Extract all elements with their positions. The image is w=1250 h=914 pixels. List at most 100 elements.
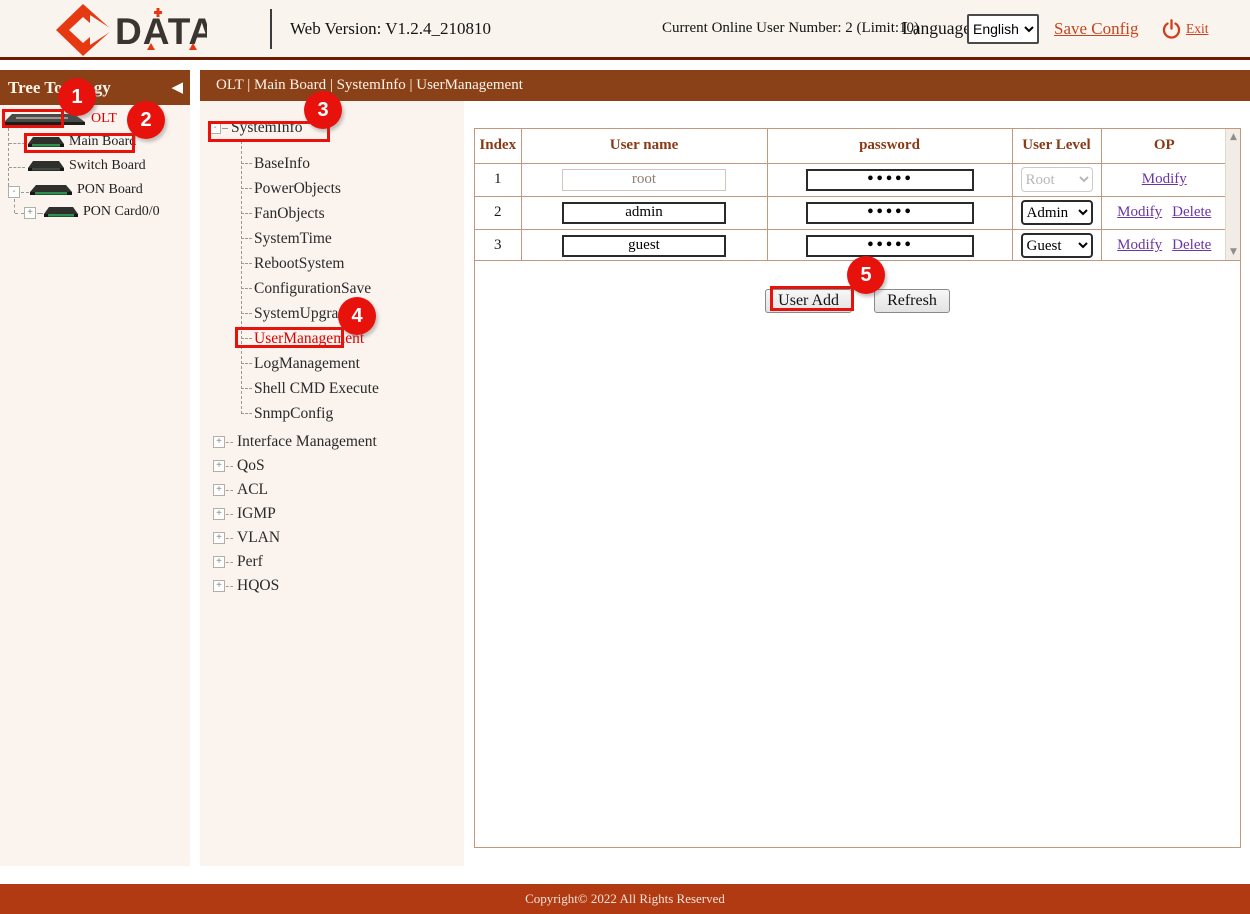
refresh-button[interactable]: Refresh: [874, 289, 950, 313]
menu-item-shell-cmd-execute[interactable]: Shell CMD Execute: [241, 376, 464, 401]
power-icon[interactable]: [1161, 18, 1182, 41]
modify-link[interactable]: Modify: [1142, 171, 1187, 187]
menu-item-powerobjects[interactable]: PowerObjects: [241, 176, 464, 201]
table-scrollbar[interactable]: ▲ ▼: [1225, 129, 1240, 260]
column-header-username: User name: [521, 129, 767, 163]
user-level-select: Root: [1021, 167, 1093, 192]
collapse-node-icon[interactable]: -: [8, 186, 20, 198]
menu-item-logmanagement[interactable]: LogManagement: [241, 351, 464, 376]
scroll-down-icon[interactable]: ▼: [1226, 247, 1240, 257]
menu-item-label: UserManagement: [253, 330, 364, 348]
tree-node-olt[interactable]: OLT: [2, 111, 117, 127]
menu-group-label: Interface Management: [237, 433, 377, 451]
exit-link[interactable]: Exit: [1186, 0, 1209, 57]
board-device-icon: [26, 159, 66, 174]
menu-item-systemtime[interactable]: SystemTime: [241, 226, 464, 251]
menu-group-igmp[interactable]: +IGMP: [200, 502, 464, 526]
user-row-guest: 3 Guest Modify Delete: [475, 229, 1227, 261]
username-input: [562, 169, 726, 191]
password-input[interactable]: [806, 202, 974, 224]
menu-item-label: SystemTime: [253, 230, 332, 248]
user-table: Index User name password User Level OP 1…: [475, 129, 1227, 261]
column-header-level: User Level: [1012, 129, 1101, 163]
menu-connector: [226, 466, 233, 467]
menu-group-interface-management[interactable]: + Interface Management: [200, 430, 464, 454]
user-table-scroll-area: Index User name password User Level OP 1…: [475, 129, 1240, 261]
expand-node-icon[interactable]: +: [213, 532, 225, 544]
collapse-node-icon[interactable]: -: [209, 122, 221, 134]
menu-item-label: LogManagement: [253, 355, 360, 373]
password-input[interactable]: [806, 235, 974, 257]
menu-item-snmpconfig[interactable]: SnmpConfig: [241, 401, 464, 426]
cdata-logo: DATA: [55, 3, 207, 57]
modify-link[interactable]: Modify: [1117, 237, 1162, 253]
username-input[interactable]: [562, 235, 726, 257]
delete-link[interactable]: Delete: [1172, 204, 1211, 220]
user-add-button[interactable]: User Add: [765, 289, 852, 313]
menu-group-vlan[interactable]: +VLAN: [200, 526, 464, 550]
menu-item-label: FanObjects: [253, 205, 325, 223]
systeminfo-children: BaseInfo PowerObjects FanObjects SystemT…: [241, 151, 464, 426]
menu-group-label: Perf: [237, 553, 263, 571]
web-version-text: Web Version: V1.2.4_210810: [290, 0, 491, 57]
header-divider: [270, 9, 272, 49]
save-config-link[interactable]: Save Config: [1054, 0, 1139, 57]
top-header: DATA Web Version: V1.2.4_210810 Current …: [0, 0, 1250, 60]
user-table-header-row: Index User name password User Level OP: [475, 129, 1227, 163]
menu-group-qos[interactable]: +QoS: [200, 454, 464, 478]
menu-item-label: PowerObjects: [253, 180, 341, 198]
menu-item-systemupgrade[interactable]: SystemUpgrade: [241, 301, 464, 326]
menu-connector: [226, 562, 233, 563]
board-device-icon: [28, 183, 74, 198]
tree-node-switch-board[interactable]: Switch Board: [26, 158, 146, 174]
expand-node-icon[interactable]: +: [213, 484, 225, 496]
menu-group-hqos[interactable]: + HQOS: [200, 574, 464, 598]
password-input[interactable]: [806, 169, 974, 191]
expand-node-icon[interactable]: +: [213, 460, 225, 472]
copyright-text: Copyright© 2022 All Rights Reserved: [525, 891, 725, 906]
tree-connector: [15, 213, 24, 214]
user-management-panel: Index User name password User Level OP 1…: [474, 128, 1241, 848]
menu-groups: + Interface Management +QoS +ACL +IGMP +V…: [200, 430, 464, 598]
menu-item-usermanagement[interactable]: UserManagement: [241, 326, 464, 351]
menu-item-fanobjects[interactable]: FanObjects: [241, 201, 464, 226]
tree-node-main-board[interactable]: Main Board: [26, 134, 136, 150]
index-cell: 2: [475, 196, 521, 229]
index-cell: 3: [475, 229, 521, 261]
expand-node-icon[interactable]: +: [213, 580, 225, 592]
tree-connector: [9, 143, 25, 144]
modify-link[interactable]: Modify: [1117, 204, 1162, 220]
menu-node-systeminfo[interactable]: - SystemInfo: [200, 115, 464, 141]
menu-connector: [226, 514, 233, 515]
tree-node-label: OLT: [91, 111, 117, 127]
collapse-panel-icon[interactable]: ◀: [171, 70, 183, 105]
expand-node-icon[interactable]: +: [24, 207, 36, 219]
menu-group-acl[interactable]: +ACL: [200, 478, 464, 502]
menu-item-label: SystemUpgrade: [253, 305, 353, 323]
menu-group-label: HQOS: [237, 577, 279, 595]
tree-node-pon-card[interactable]: PON Card0/0: [42, 204, 160, 220]
tree-node-pon-board[interactable]: PON Board: [28, 182, 143, 198]
footer: Copyright© 2022 All Rights Reserved: [0, 884, 1250, 914]
expand-node-icon[interactable]: +: [213, 508, 225, 520]
scroll-up-icon[interactable]: ▲: [1226, 132, 1240, 142]
user-level-select[interactable]: Guest: [1021, 233, 1093, 258]
language-select[interactable]: English: [967, 14, 1039, 44]
expand-node-icon[interactable]: +: [213, 436, 225, 448]
menu-connector: [226, 490, 233, 491]
menu-item-configurationsave[interactable]: ConfigurationSave: [241, 276, 464, 301]
column-header-password: password: [767, 129, 1012, 163]
expand-node-icon[interactable]: +: [213, 556, 225, 568]
menu-node-label: SystemInfo: [231, 119, 302, 137]
user-row-root: 1 Root Modify: [475, 163, 1227, 196]
menu-item-baseinfo[interactable]: BaseInfo: [241, 151, 464, 176]
menu-group-perf[interactable]: + Perf: [200, 550, 464, 574]
tree-node-label: PON Card0/0: [83, 204, 160, 220]
user-level-select[interactable]: Admin: [1021, 200, 1093, 225]
menu-item-label: RebootSystem: [253, 255, 344, 273]
delete-link[interactable]: Delete: [1172, 237, 1211, 253]
menu-item-label: BaseInfo: [253, 155, 310, 173]
username-input[interactable]: [562, 202, 726, 224]
tree-topology-panel: Tree Topology ◀ - + OLT Main Board Switc…: [0, 70, 190, 866]
menu-item-rebootsystem[interactable]: RebootSystem: [241, 251, 464, 276]
